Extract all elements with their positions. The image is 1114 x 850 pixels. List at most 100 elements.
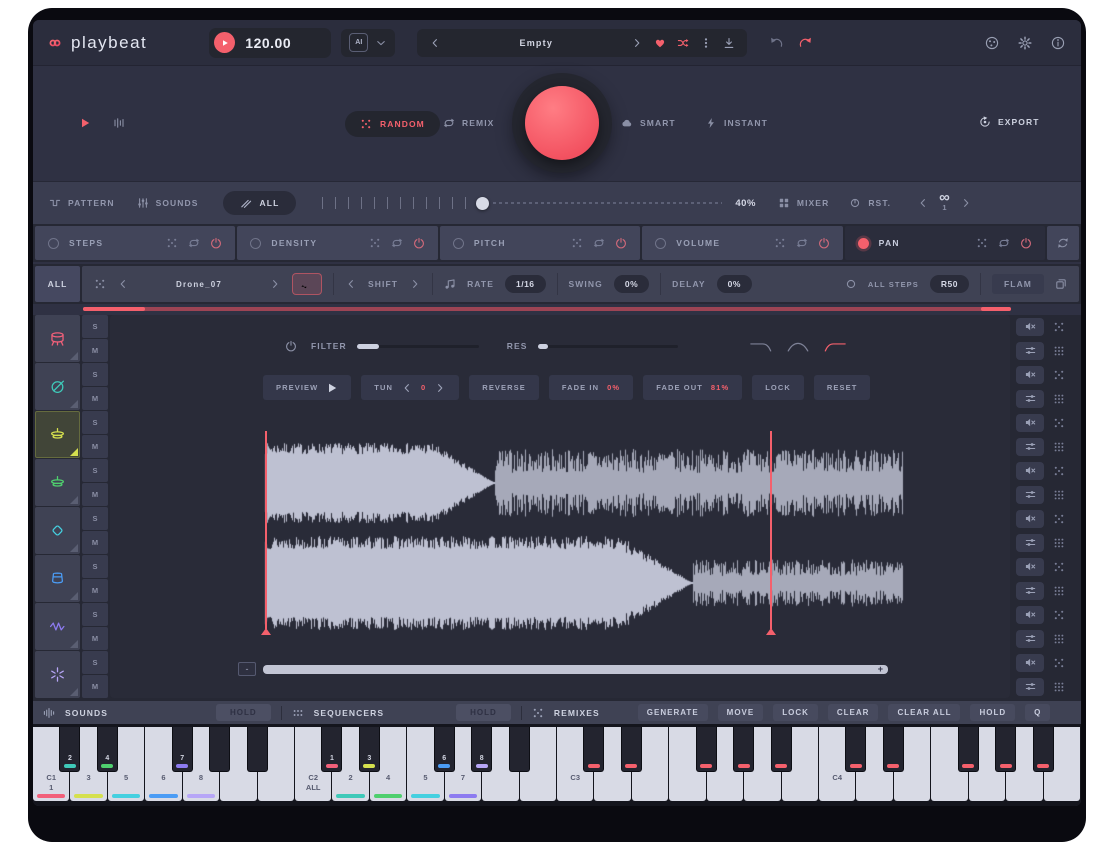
apply-all-button[interactable]: ALL [223,191,297,215]
sounds-view-button[interactable]: SOUNDS [137,197,199,209]
sample-next-icon[interactable] [269,278,281,290]
piano-black-key[interactable] [247,727,268,772]
loop-icon[interactable] [998,237,1010,249]
power-icon[interactable] [818,237,830,249]
chain-next-icon[interactable] [960,197,972,209]
step-bars-icon[interactable] [113,117,125,129]
sound-slot-3[interactable] [35,411,80,458]
waveform-display[interactable] [263,431,905,643]
slot-mute-toggle[interactable] [1016,414,1044,432]
mute-button[interactable]: M [82,435,108,458]
generate-button[interactable]: GENERATE [638,704,708,721]
power-icon[interactable] [210,237,222,249]
pattern-view-button[interactable]: PATTERN [49,197,115,209]
dice-icon[interactable] [1053,465,1065,477]
swing-value[interactable]: 0% [614,275,649,293]
piano-black-key[interactable] [995,727,1016,772]
tune-control[interactable]: TUN 0 [361,375,459,400]
sample-name[interactable]: Drone_07 [140,280,258,289]
piano-black-key[interactable]: 3 [359,727,380,772]
piano-black-key[interactable] [883,727,904,772]
solo-button[interactable]: S [82,555,108,578]
preview-button[interactable]: PREVIEW [263,375,351,400]
pattern-chain[interactable]: ∞ 1 [939,193,950,213]
move-button[interactable]: MOVE [718,704,764,721]
sync-all-button[interactable] [1047,226,1079,260]
gear-icon[interactable] [1018,36,1032,50]
solo-button[interactable]: S [82,459,108,482]
dice-icon[interactable] [1053,657,1065,669]
rate-value[interactable]: 1/16 [505,275,546,293]
piano-black-key[interactable] [845,727,866,772]
tab-volume[interactable]: VOLUME [642,226,842,260]
piano-black-key[interactable]: 8 [471,727,492,772]
ai-mode-dropdown[interactable]: AI [341,29,395,57]
mute-button[interactable]: M [82,531,108,554]
grid-icon[interactable] [1053,681,1065,693]
zoom-out-button[interactable]: - [238,662,256,676]
pattern-complexity-slider[interactable] [322,196,722,211]
reverse-button[interactable]: REVERSE [469,375,539,400]
tab-pitch[interactable]: PITCH [440,226,640,260]
slot-fader-button[interactable] [1016,438,1044,456]
all-sounds-cell[interactable]: ALL [35,266,80,302]
grid-icon[interactable] [1053,393,1065,405]
dice-icon[interactable] [369,237,381,249]
dice-icon[interactable] [1053,513,1065,525]
grid-icon[interactable] [1053,345,1065,357]
grid-icon[interactable] [1053,489,1065,501]
dice-icon[interactable] [94,278,106,290]
piano-black-key[interactable] [958,727,979,772]
save-preset-icon[interactable] [723,37,735,49]
dice-icon[interactable] [571,237,583,249]
copy-icon[interactable] [1055,278,1067,290]
loop-icon[interactable] [188,237,200,249]
mute-button[interactable]: M [82,339,108,362]
hold-remixes-button[interactable]: HOLD [970,704,1015,721]
sample-start-marker[interactable] [265,431,267,629]
favorite-heart-icon[interactable] [654,37,666,49]
slot-fader-button[interactable] [1016,486,1044,504]
export-button[interactable]: EXPORT [979,116,1040,128]
sound-slot-8[interactable] [35,651,80,698]
hold-sounds-button[interactable]: HOLD [216,704,271,721]
slot-mute-toggle[interactable] [1016,462,1044,480]
sample-edit-toggle[interactable] [292,273,322,295]
solo-button[interactable]: S [82,363,108,386]
loop-icon[interactable] [796,237,808,249]
piano-black-key[interactable] [583,727,604,772]
power-icon[interactable] [615,237,627,249]
shuffle-preset-icon[interactable] [677,37,689,49]
solo-button[interactable]: S [82,411,108,434]
sound-slot-7[interactable] [35,603,80,650]
mute-button[interactable]: M [82,483,108,506]
zoom-in-button[interactable]: + [878,665,883,674]
solo-button[interactable]: S [82,651,108,674]
sample-end-marker[interactable] [770,431,772,629]
piano-black-key[interactable]: 6 [434,727,455,772]
sample-prev-icon[interactable] [117,278,129,290]
scrollbar-thumb[interactable]: + [263,665,888,674]
slot-mute-toggle[interactable] [1016,318,1044,336]
preset-next-icon[interactable] [631,37,643,49]
delay-value[interactable]: 0% [717,275,752,293]
piano-black-key[interactable]: 4 [97,727,118,772]
piano-black-key[interactable] [209,727,230,772]
slot-fader-button[interactable] [1016,630,1044,648]
grid-icon[interactable] [1053,441,1065,453]
dice-icon[interactable] [1053,561,1065,573]
loop-start-handle[interactable] [83,307,145,311]
dice-icon[interactable] [1053,609,1065,621]
tab-pan[interactable]: PAN [845,226,1045,260]
piano-black-key[interactable] [771,727,792,772]
slot-fader-button[interactable] [1016,390,1044,408]
solo-button[interactable]: S [82,315,108,338]
piano-black-key[interactable]: 1 [321,727,342,772]
solo-button[interactable]: S [82,507,108,530]
slot-mute-toggle[interactable] [1016,366,1044,384]
slot-mute-toggle[interactable] [1016,510,1044,528]
highpass-filter-icon[interactable] [823,340,847,353]
loop-icon[interactable] [593,237,605,249]
slot-mute-toggle[interactable] [1016,654,1044,672]
piano-black-key[interactable]: 2 [59,727,80,772]
